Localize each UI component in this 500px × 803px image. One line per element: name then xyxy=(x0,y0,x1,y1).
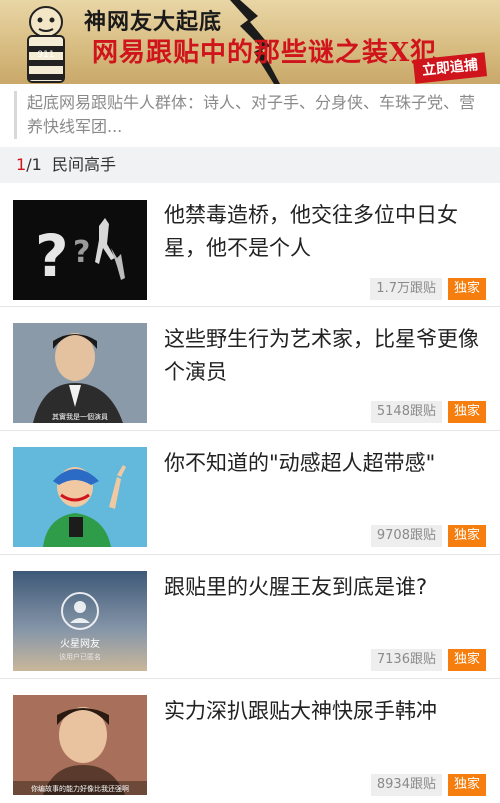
list-item[interactable]: 你编故事的能力好像比我还强啊 实力深扒跟贴大神快尿手韩冲 8934跟贴 独家 xyxy=(0,679,500,803)
item-title[interactable]: 实力深扒跟贴大神快尿手韩冲 xyxy=(164,695,484,728)
list-item[interactable]: 其實我是一個演員 这些野生行为艺术家，比星爷更像个演员 5148跟贴 独家 xyxy=(0,307,500,431)
thumbnail-actor: 其實我是一個演員 xyxy=(13,323,147,423)
item-title[interactable]: 这些野生行为艺术家，比星爷更像个演员 xyxy=(164,323,484,389)
comment-count: 5148跟贴 xyxy=(370,401,442,423)
exclusive-badge: 独家 xyxy=(447,649,486,671)
exclusive-badge: 独家 xyxy=(447,278,486,300)
list-item[interactable]: 你不知道的"动感超人超带感" 9708跟贴 独家 xyxy=(0,431,500,555)
svg-text:其實我是一個演員: 其實我是一個演員 xyxy=(52,412,108,421)
thumbnail-mars-user: 火星网友 该用户已匿名 xyxy=(13,571,147,671)
comment-count: 1.7万跟贴 xyxy=(370,278,442,300)
comment-count: 7136跟贴 xyxy=(370,649,442,671)
svg-text:?: ? xyxy=(73,235,90,270)
promo-banner[interactable]: 911 神网友大起底 网易跟贴中的那些谜之装X犯 立即追捕 xyxy=(0,0,500,84)
exclusive-badge: 独家 xyxy=(447,774,486,796)
list-item[interactable]: 火星网友 该用户已匿名 跟贴里的火腥王友到底是谁? 7136跟贴 独家 xyxy=(0,555,500,679)
item-meta: 7136跟贴 独家 xyxy=(370,649,486,671)
thumbnail-cartoon-hero xyxy=(13,447,147,547)
item-title[interactable]: 你不知道的"动感超人超带感" xyxy=(164,447,484,480)
thumbnail-man-portrait: 你编故事的能力好像比我还强啊 xyxy=(13,695,147,795)
exclusive-badge: 独家 xyxy=(447,525,486,547)
svg-text:?: ? xyxy=(35,222,69,290)
item-meta: 9708跟贴 独家 xyxy=(370,525,486,547)
item-meta: 5148跟贴 独家 xyxy=(370,401,486,423)
item-title[interactable]: 他禁毒造桥，他交往多位中日女星，他不是个人 xyxy=(164,199,484,265)
svg-text:你编故事的能力好像比我还强啊: 你编故事的能力好像比我还强啊 xyxy=(31,784,129,793)
comment-count: 9708跟贴 xyxy=(370,525,442,547)
svg-text:火星网友: 火星网友 xyxy=(60,637,100,650)
topic-description: 起底网易跟贴牛人群体：诗人、对子手、分身侠、车珠子党、营养快线军团... xyxy=(14,91,486,139)
svg-text:911: 911 xyxy=(37,50,54,60)
section-header: 1/1 民间高手 xyxy=(0,147,500,183)
banner-title-line2: 网易跟贴中的那些谜之装X犯 xyxy=(92,38,438,68)
page-indicator: 1/1 xyxy=(16,155,42,174)
mascot-illustration: 911 xyxy=(27,6,65,83)
list-item[interactable]: ? ? 他禁毒造桥，他交往多位中日女星，他不是个人 1.7万跟贴 独家 xyxy=(0,183,500,307)
comment-count: 8934跟贴 xyxy=(370,774,442,796)
section-label: 民间高手 xyxy=(52,155,117,174)
item-meta: 8934跟贴 独家 xyxy=(370,774,486,796)
svg-text:该用户已匿名: 该用户已匿名 xyxy=(59,652,101,661)
item-title[interactable]: 跟贴里的火腥王友到底是谁? xyxy=(164,571,484,604)
item-meta: 1.7万跟贴 独家 xyxy=(370,278,486,300)
exclusive-badge: 独家 xyxy=(447,401,486,423)
thumbnail-question-marks: ? ? xyxy=(13,200,147,300)
